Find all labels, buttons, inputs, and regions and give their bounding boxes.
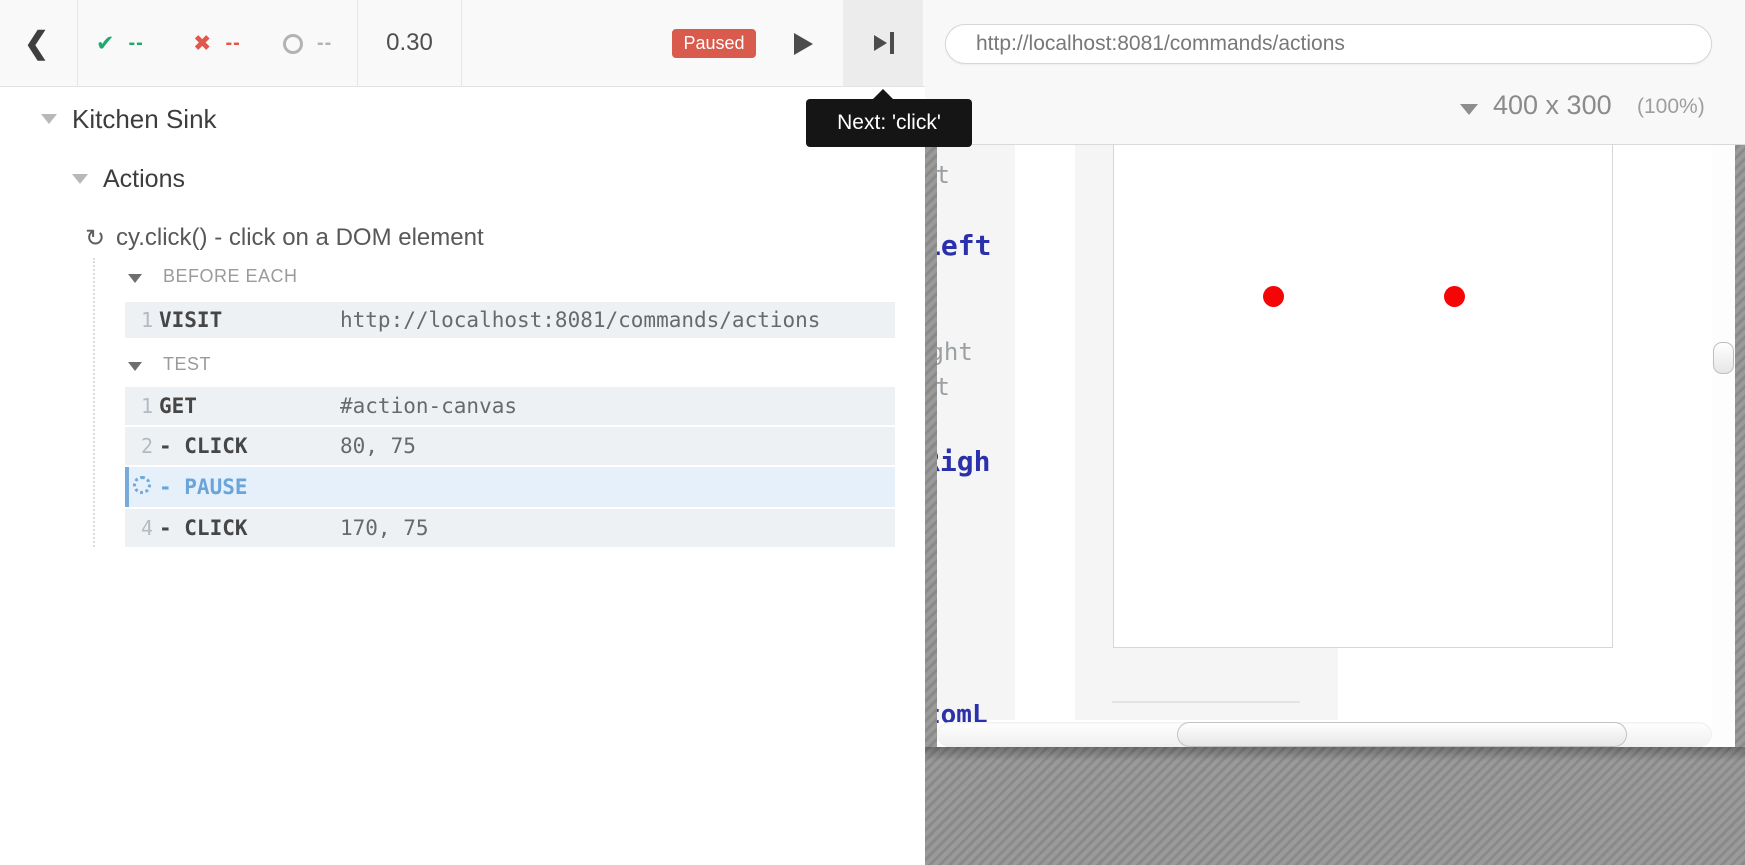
- x-icon: ✖: [193, 31, 211, 56]
- viewport-size[interactable]: 400 x 300: [1493, 90, 1612, 121]
- stat-pending: --: [283, 0, 332, 86]
- reporter-panel: ❮ ✔ -- ✖ -- -- 0.30 Paused: [0, 0, 925, 865]
- click-dot: [1263, 286, 1284, 307]
- chevron-left-icon: ❮: [24, 26, 49, 61]
- command-number: 1: [129, 387, 153, 425]
- play-icon: [794, 33, 813, 55]
- next-tooltip: Next: 'click': [806, 99, 972, 147]
- page-text-fragment: ht: [937, 161, 950, 189]
- chevron-down-icon[interactable]: [1460, 104, 1478, 115]
- command-row-get[interactable]: 1 GET #action-canvas: [125, 387, 895, 425]
- section-collapse-icon[interactable]: [128, 274, 142, 283]
- command-number: 2: [129, 427, 153, 465]
- command-method: - PAUSE: [159, 467, 248, 507]
- vertical-scrollbar-track[interactable]: [1712, 145, 1735, 747]
- command-message: 170, 75: [340, 509, 429, 547]
- section-collapse-icon[interactable]: [128, 362, 142, 371]
- passed-count: --: [128, 32, 143, 54]
- command-method: GET: [159, 387, 197, 425]
- page-text-fragment: ight: [937, 338, 973, 366]
- command-method: VISIT: [159, 302, 222, 338]
- aut-background: ht Left ight ht Righ tomL: [925, 145, 1745, 865]
- aut-page: ht Left ight ht Righ tomL: [937, 145, 1712, 747]
- failed-count: --: [225, 32, 240, 54]
- paused-badge: Paused: [672, 29, 756, 58]
- tooltip-caret: [872, 89, 894, 100]
- resume-button[interactable]: [786, 26, 822, 62]
- next-step-button[interactable]: [843, 0, 923, 86]
- suite-kitchen-sink[interactable]: Kitchen Sink: [72, 104, 217, 135]
- spinner-icon: [133, 476, 151, 494]
- stat-failed: ✖ --: [193, 0, 241, 86]
- command-row-visit[interactable]: 1 VISIT http://localhost:8081/commands/a…: [125, 302, 895, 338]
- section-before-each[interactable]: BEFORE EACH: [163, 266, 298, 287]
- url-text: http://localhost:8081/commands/actions: [976, 25, 1345, 63]
- page-code-block: [1075, 648, 1338, 720]
- elapsed-time: 0.30: [358, 0, 462, 86]
- vertical-scrollbar-thumb[interactable]: [1713, 342, 1734, 374]
- reporter-toolbar: ❮ ✔ -- ✖ -- -- 0.30 Paused: [0, 0, 925, 87]
- command-message: 80, 75: [340, 427, 416, 465]
- suite-collapse-icon[interactable]: [72, 174, 88, 184]
- circle-icon: [283, 34, 303, 54]
- aut-header: http://localhost:8081/commands/actions 4…: [925, 0, 1745, 145]
- step-forward-icon: [874, 32, 894, 54]
- viewport-scale: (100%): [1637, 95, 1705, 119]
- page-link-fragment[interactable]: Righ: [937, 445, 990, 478]
- horizontal-scrollbar-thumb[interactable]: [1177, 722, 1627, 747]
- page-text-fragment: ht: [937, 373, 950, 401]
- pending-count: --: [317, 32, 332, 54]
- command-message: http://localhost:8081/commands/actions: [340, 302, 820, 338]
- suite-collapse-icon[interactable]: [41, 114, 57, 124]
- iframe-bottom-shadow: [925, 747, 1745, 761]
- command-number: 4: [129, 509, 153, 547]
- command-row-click-2[interactable]: 4 - CLICK 170, 75: [125, 509, 895, 547]
- page-code-block: [1075, 145, 1113, 648]
- test-title[interactable]: cy.click() - click on a DOM element: [116, 224, 484, 252]
- aut-panel: http://localhost:8081/commands/actions 4…: [925, 0, 1745, 865]
- page-divider: [1112, 701, 1300, 703]
- command-row-pause[interactable]: - PAUSE: [125, 467, 895, 507]
- tooltip-label: Next: 'click': [837, 111, 941, 134]
- command-row-click-1[interactable]: 2 - CLICK 80, 75: [125, 427, 895, 465]
- refresh-icon: ↻: [85, 224, 105, 253]
- command-method: - CLICK: [159, 427, 248, 465]
- cypress-runner: ❮ ✔ -- ✖ -- -- 0.30 Paused: [0, 0, 1745, 865]
- indent-guide: [93, 258, 95, 547]
- url-bar[interactable]: http://localhost:8081/commands/actions: [945, 24, 1712, 64]
- suite-actions[interactable]: Actions: [103, 165, 185, 194]
- command-number: 1: [129, 302, 153, 338]
- click-dot: [1444, 286, 1465, 307]
- command-method: - CLICK: [159, 509, 248, 547]
- section-test[interactable]: TEST: [163, 354, 211, 375]
- page-link-fragment[interactable]: Left: [937, 229, 991, 262]
- test-stats: ✔ -- ✖ -- --: [78, 0, 358, 86]
- stat-passed: ✔ --: [96, 0, 144, 86]
- check-icon: ✔: [96, 31, 114, 56]
- action-canvas[interactable]: [1113, 145, 1613, 648]
- back-button[interactable]: ❮: [0, 0, 78, 86]
- command-message: #action-canvas: [340, 387, 517, 425]
